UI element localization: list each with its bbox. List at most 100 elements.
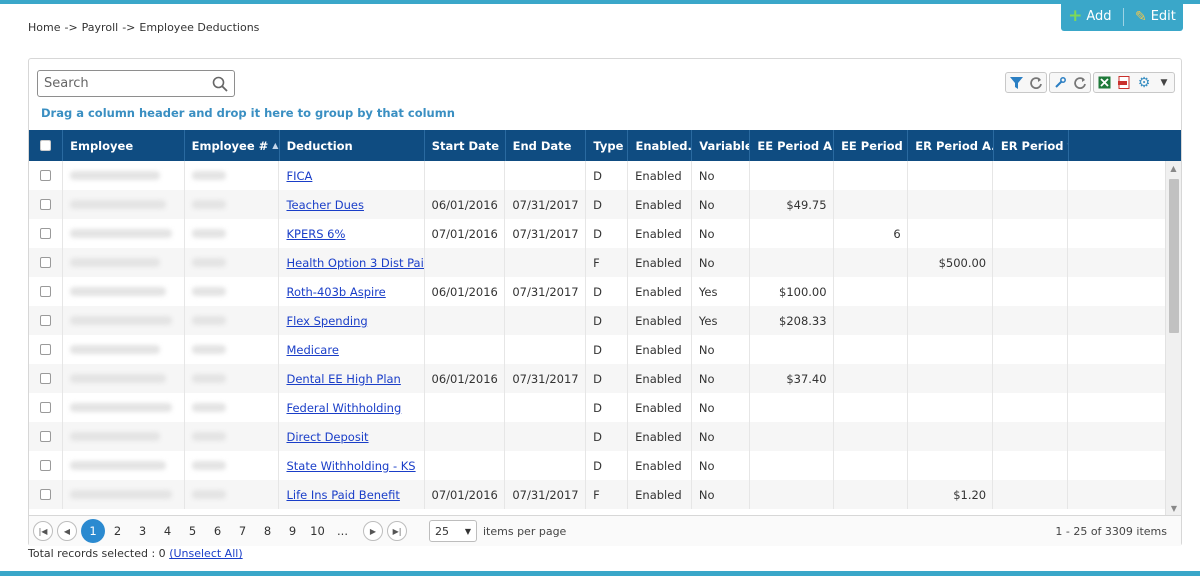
page-number[interactable]: 3	[130, 520, 155, 542]
row-select-cell	[29, 422, 64, 451]
row-checkbox[interactable]	[40, 170, 52, 181]
deduction-link[interactable]: Federal Withholding	[286, 401, 401, 415]
gear-icon[interactable]: ⚙	[1134, 73, 1154, 92]
type-cell-value: D	[593, 284, 602, 299]
er-period-percent-cell	[993, 480, 1069, 509]
employee-cell	[63, 393, 185, 422]
table-row[interactable]: Life Ins Paid Benefit 07/01/2016 07/31/201…	[29, 480, 1165, 509]
last-page-icon[interactable]: ▶|	[387, 521, 407, 541]
scroll-up-icon[interactable]: ▲	[1166, 161, 1181, 175]
page-number[interactable]: 1	[81, 519, 105, 543]
scroll-down-icon[interactable]: ▼	[1166, 501, 1182, 515]
page-ellipsis[interactable]: ...	[330, 520, 355, 542]
row-checkbox[interactable]	[40, 460, 52, 471]
page-size-select[interactable]: 25 ▼	[429, 520, 477, 542]
variable-cell-value: No	[698, 197, 715, 212]
row-checkbox[interactable]	[40, 199, 52, 210]
er-period-amount-cell	[908, 335, 994, 364]
page-number[interactable]: 8	[255, 520, 280, 542]
deduction-link[interactable]: State Withholding - KS	[286, 459, 415, 473]
column-header-deduction[interactable]: Deduction	[280, 130, 425, 161]
row-checkbox[interactable]	[40, 489, 52, 500]
scrollbar-thumb[interactable]	[1169, 179, 1179, 333]
table-row[interactable]: Roth-403b Aspire 06/01/2016 07/31/2017 D Ena…	[29, 277, 1165, 306]
table-row[interactable]: KPERS 6% 07/01/2016 07/31/2017 D Enabled No 6	[29, 219, 1165, 248]
column-header-er-period-amount[interactable]: ER Period A...	[908, 130, 994, 161]
page-number[interactable]: 10	[305, 520, 330, 542]
employee-cell	[63, 422, 185, 451]
excel-icon[interactable]	[1094, 73, 1114, 92]
employee-cell	[63, 219, 185, 248]
page-number[interactable]: 2	[105, 520, 130, 542]
deduction-link[interactable]: Direct Deposit	[286, 430, 368, 444]
row-select-cell	[29, 393, 64, 422]
deduction-link[interactable]: Flex Spending	[286, 314, 367, 328]
wrench-icon[interactable]	[1050, 73, 1070, 92]
enabled-cell-value: Enabled	[635, 342, 682, 357]
deduction-link[interactable]: Medicare	[286, 343, 338, 357]
deduction-link[interactable]: Health Option 3 Dist Paid	[286, 256, 423, 270]
row-checkbox[interactable]	[40, 315, 52, 326]
page-number[interactable]: 6	[205, 520, 230, 542]
type-cell-value: D	[593, 400, 602, 415]
unselect-all-link[interactable]: (Unselect All)	[169, 547, 242, 560]
column-header-start-date[interactable]: Start Date	[425, 130, 506, 161]
row-checkbox[interactable]	[40, 431, 52, 442]
table-row[interactable]: Federal Withholding D Enabled No	[29, 393, 1165, 422]
table-row[interactable]: Health Option 3 Dist Paid F Enabled No $500.…	[29, 248, 1165, 277]
row-checkbox[interactable]	[40, 373, 52, 384]
breadcrumb-home[interactable]: Home	[28, 21, 60, 34]
prev-page-icon[interactable]: ◀	[57, 521, 77, 541]
column-header-employee-number[interactable]: Employee # ▲	[185, 130, 280, 161]
search-icon[interactable]	[212, 76, 228, 92]
pdf-icon[interactable]	[1114, 73, 1134, 92]
breadcrumb-payroll[interactable]: Payroll	[82, 21, 119, 34]
er-period-percent-cell	[993, 248, 1069, 277]
first-page-icon[interactable]: |◀	[33, 521, 53, 541]
page-number[interactable]: 9	[280, 520, 305, 542]
column-header-variable[interactable]: Variable	[692, 130, 751, 161]
deduction-link[interactable]: FICA	[286, 169, 312, 183]
page-number[interactable]: 4	[155, 520, 180, 542]
table-row[interactable]: Medicare D Enabled No	[29, 335, 1165, 364]
table-row[interactable]: Dental EE High Plan 06/01/2016 07/31/2017 D…	[29, 364, 1165, 393]
vertical-scrollbar[interactable]: ▲ ▼	[1165, 161, 1181, 515]
select-all-checkbox[interactable]	[40, 140, 52, 151]
deduction-link[interactable]: Dental EE High Plan	[286, 372, 400, 386]
row-checkbox[interactable]	[40, 286, 52, 297]
deduction-link[interactable]: KPERS 6%	[286, 227, 345, 241]
row-checkbox[interactable]	[40, 228, 52, 239]
table-row[interactable]: Flex Spending D Enabled Yes $208.33	[29, 306, 1165, 335]
page-number[interactable]: 5	[180, 520, 205, 542]
refresh-icon[interactable]	[1026, 73, 1046, 92]
column-header-ee-period-percent[interactable]: EE Period %	[834, 130, 909, 161]
table-row[interactable]: Teacher Dues 06/01/2016 07/31/2017 D Enabled…	[29, 190, 1165, 219]
column-header-employee[interactable]: Employee	[63, 130, 185, 161]
row-checkbox[interactable]	[40, 344, 52, 355]
column-header-er-period-percent[interactable]: ER Period %	[994, 130, 1069, 161]
table-row[interactable]: State Withholding - KS D Enabled No	[29, 451, 1165, 480]
row-checkbox[interactable]	[40, 402, 52, 413]
column-header-end-date[interactable]: End Date	[506, 130, 587, 161]
ee-period-amount-cell	[750, 219, 834, 248]
refresh-icon[interactable]	[1070, 73, 1090, 92]
deduction-link[interactable]: Roth-403b Aspire	[286, 285, 385, 299]
filter-icon[interactable]	[1006, 73, 1026, 92]
column-header-ee-period-amount[interactable]: EE Period A...	[750, 130, 835, 161]
page-number[interactable]: 7	[230, 520, 255, 542]
page-size-value: 25	[435, 524, 449, 538]
add-button[interactable]: + Add	[1065, 8, 1114, 25]
column-header-enabled[interactable]: Enabled...	[628, 130, 693, 161]
next-page-icon[interactable]: ▶	[363, 521, 383, 541]
employee-number-cell	[185, 480, 280, 509]
employee-number-cell	[185, 306, 280, 335]
deduction-link[interactable]: Teacher Dues	[286, 198, 363, 212]
caret-down-icon[interactable]: ▼	[1154, 73, 1174, 92]
table-row[interactable]: FICA D Enabled No	[29, 161, 1165, 190]
table-row[interactable]: Direct Deposit D Enabled No	[29, 422, 1165, 451]
row-checkbox[interactable]	[40, 257, 52, 268]
column-header-type[interactable]: Type	[586, 130, 629, 161]
search-input[interactable]	[38, 76, 208, 91]
edit-button[interactable]: ✎ Edit	[1132, 9, 1179, 24]
deduction-link[interactable]: Life Ins Paid Benefit	[286, 488, 399, 502]
